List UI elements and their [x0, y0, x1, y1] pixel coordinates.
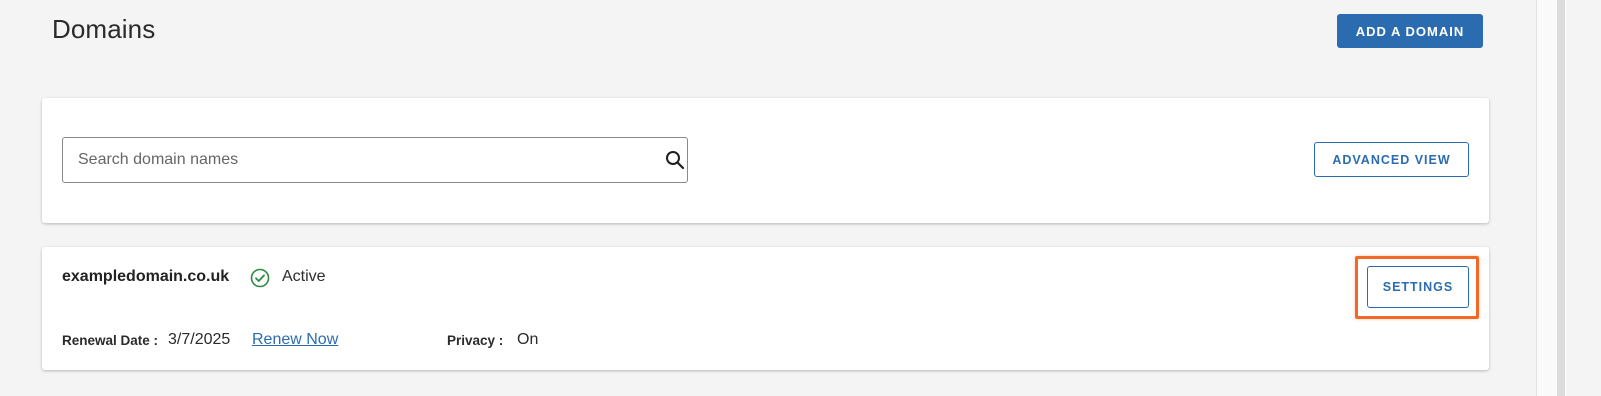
scrollbar-thumb[interactable] — [1557, 0, 1565, 396]
domain-name[interactable]: exampledomain.co.uk — [62, 268, 229, 286]
search-input[interactable] — [63, 138, 653, 182]
privacy-label: Privacy : — [447, 333, 504, 348]
add-domain-button[interactable]: ADD A DOMAIN — [1337, 14, 1483, 48]
renewal-date-value: 3/7/2025 — [168, 331, 231, 348]
advanced-view-button[interactable]: ADVANCED VIEW — [1314, 142, 1469, 177]
page-title: Domains — [52, 14, 156, 44]
privacy-value: On — [517, 331, 539, 348]
renew-now-link[interactable]: Renew Now — [252, 331, 338, 349]
search-icon[interactable] — [665, 150, 685, 170]
status-badge: Active — [282, 268, 326, 285]
search-card: ADVANCED VIEW — [42, 98, 1489, 223]
search-field[interactable] — [62, 137, 688, 183]
check-circle-icon — [250, 268, 270, 288]
domain-card: exampledomain.co.uk Active Renewal Date … — [42, 247, 1489, 370]
renewal-date-label: Renewal Date : — [62, 333, 159, 348]
settings-button[interactable]: SETTINGS — [1367, 266, 1469, 308]
